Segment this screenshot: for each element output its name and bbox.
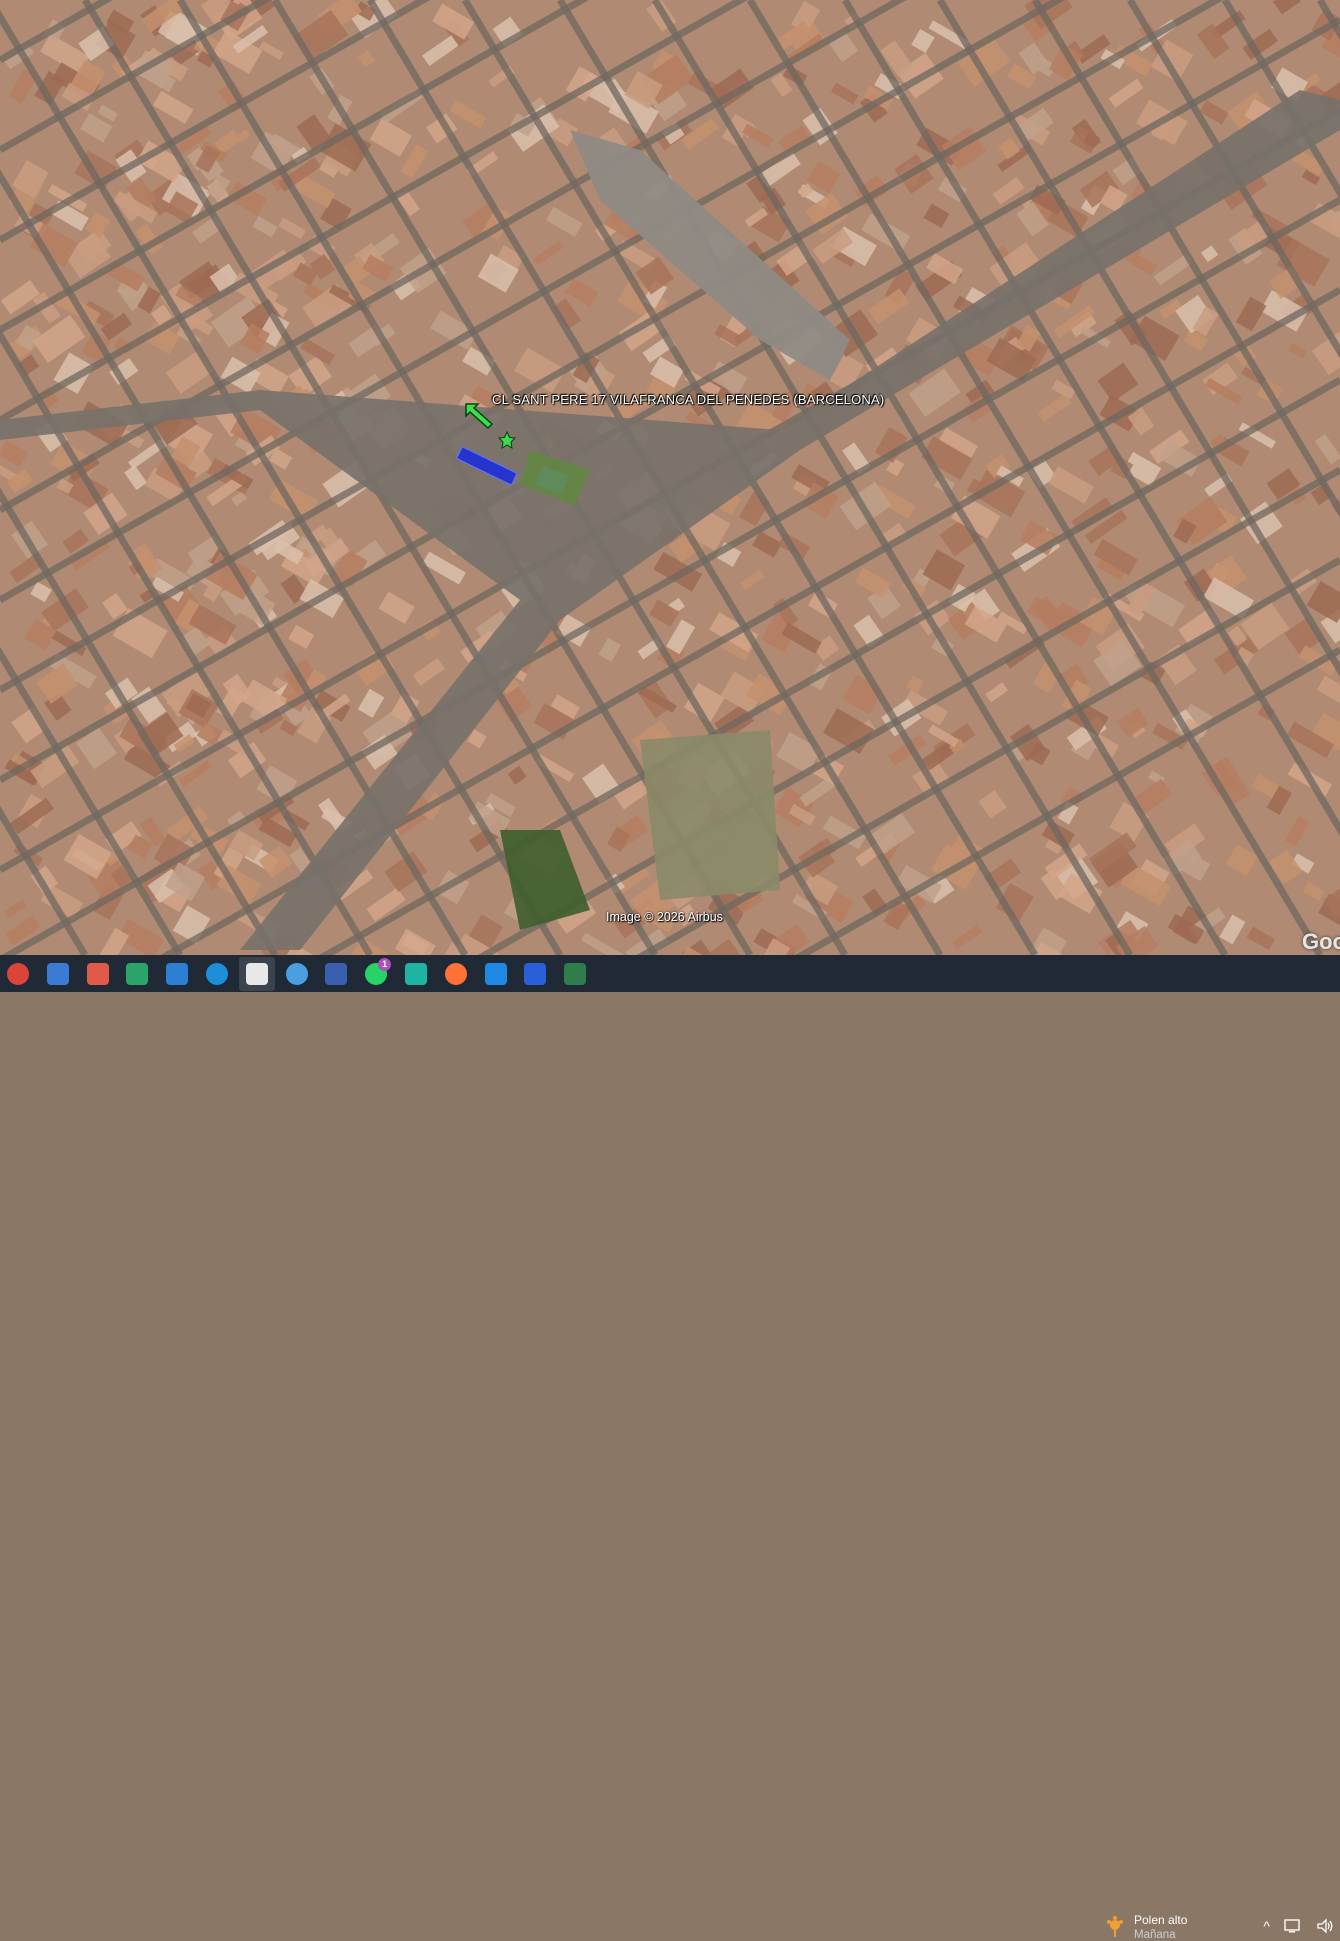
taskbar-app-chrome[interactable] <box>0 957 36 991</box>
display-icon[interactable] <box>1284 1918 1302 1934</box>
photos-icon <box>166 962 189 985</box>
notification-badge: 1 <box>378 957 392 971</box>
placemark-label[interactable]: CL SANT PERE 17 VILAFRANCA DEL PENEDES (… <box>492 392 884 407</box>
s-app-icon <box>484 962 507 985</box>
taskbar-app-terminal-window[interactable] <box>557 957 593 991</box>
system-tray: ^ <box>1263 1918 1334 1934</box>
satellite-map[interactable]: CL SANT PERE 17 VILAFRANCA DEL PENEDES (… <box>0 0 1340 955</box>
image-viewer-icon <box>46 962 69 985</box>
taskbar-app-a-app[interactable] <box>517 957 553 991</box>
weather-widget[interactable]: Polen alto Mañana <box>1104 1913 1187 1941</box>
park-square <box>640 730 780 900</box>
taskbar-app-firefox[interactable] <box>438 957 474 991</box>
google-watermark: Goo <box>1302 929 1340 954</box>
taskbar-app-blank-file[interactable] <box>238 956 275 991</box>
weather-subtitle: Mañana <box>1134 1929 1176 1941</box>
taskbar-app-image-viewer[interactable] <box>40 957 76 991</box>
taskbar-app-spiral-app[interactable] <box>398 957 434 991</box>
tray-chevron-icon[interactable]: ^ <box>1263 1918 1270 1934</box>
pollen-icon <box>1107 1916 1123 1937</box>
weather-title: Polen alto <box>1134 1913 1188 1927</box>
taskbar-app-s-app[interactable] <box>478 957 514 991</box>
chrome-icon <box>7 962 29 985</box>
lock-folder-icon <box>126 962 149 985</box>
imagery-copyright: Image © 2026 Airbus <box>606 910 723 924</box>
a-app-icon <box>524 962 547 985</box>
edge-icon <box>205 962 228 985</box>
taskbar-app-whatsapp[interactable]: 1 <box>358 957 394 991</box>
taskbar-app-photos[interactable] <box>159 957 195 991</box>
volume-icon[interactable] <box>1316 1918 1334 1934</box>
blank-file-icon <box>245 962 268 985</box>
spiral-app-icon <box>404 962 427 985</box>
floppy-save-icon <box>325 962 348 985</box>
snipping-tool-icon <box>86 962 109 985</box>
google-earth-icon <box>285 962 308 985</box>
taskbar: 1 Polen alto Mañana ^ <box>0 955 1340 1941</box>
taskbar-apps: 1 <box>0 956 597 991</box>
taskbar-app-edge[interactable] <box>199 957 235 991</box>
taskbar-app-lock-folder[interactable] <box>119 957 155 991</box>
taskbar-app-google-earth[interactable] <box>279 957 315 991</box>
firefox-icon <box>444 962 467 985</box>
taskbar-app-snipping-tool[interactable] <box>80 957 116 991</box>
map-imagery[interactable] <box>0 0 1340 955</box>
taskbar-app-floppy-save[interactable] <box>318 957 354 991</box>
terminal-window-icon <box>564 962 587 985</box>
